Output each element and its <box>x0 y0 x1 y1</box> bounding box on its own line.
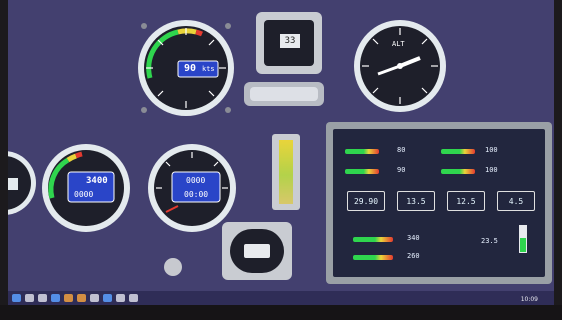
simulator-screen: 90 kts 33 ALT 3400 0000 0000 00:00 80 90… <box>8 0 554 305</box>
eis-box-4: 4.5 <box>497 191 535 211</box>
engine-info-panel: 80 90 100 100 29.90 13.5 12.5 4.5 340 26… <box>326 122 552 284</box>
eis-box-3: 12.5 <box>447 191 485 211</box>
fuel-readout-top: 3400 <box>86 176 108 186</box>
attitude-readout-bottom: 00:00 <box>184 190 209 199</box>
app-icon[interactable] <box>25 294 34 302</box>
small-instrument[interactable] <box>222 222 292 280</box>
taskbar-clock: 10:09 <box>520 296 538 303</box>
attitude-gauge[interactable] <box>144 142 240 234</box>
airspeed-readout: 90 <box>184 63 197 74</box>
start-icon[interactable] <box>12 294 21 302</box>
vertical-bar-gauge <box>272 134 300 210</box>
eis-top-right-2: 100 <box>485 166 498 174</box>
app-icon[interactable] <box>38 294 47 302</box>
fuel-readout-bottom: 0000 <box>74 190 94 199</box>
app-icon[interactable] <box>51 294 60 302</box>
clock-readout: 33 <box>280 34 300 48</box>
eis-top-left-2: 90 <box>397 166 406 174</box>
eis-box-2: 13.5 <box>397 191 435 211</box>
eis-top-left-1: 80 <box>397 146 406 154</box>
monitor-bezel <box>0 305 562 320</box>
partial-gauge[interactable] <box>8 138 38 228</box>
folder-icon[interactable] <box>64 294 73 302</box>
altimeter-label: ALT <box>392 40 405 48</box>
altimeter-gauge[interactable] <box>350 18 450 114</box>
taskbar: 10:09 <box>8 291 554 305</box>
clock-gauge[interactable]: 33 <box>256 12 322 74</box>
attitude-readout-top: 0000 <box>186 176 206 185</box>
app-icon[interactable] <box>129 294 138 302</box>
eis-bottom-right: 23.5 <box>481 237 498 245</box>
airspeed-unit: kts <box>202 65 215 73</box>
eis-box-1: 29.90 <box>347 191 385 211</box>
folder-icon[interactable] <box>77 294 86 302</box>
fuel-gauge[interactable] <box>38 142 134 234</box>
knob-panel[interactable] <box>244 82 324 106</box>
eis-bottom-left-2: 260 <box>407 252 420 260</box>
eis-top-right-1: 100 <box>485 146 498 154</box>
knob[interactable] <box>164 258 182 276</box>
app-icon[interactable] <box>103 294 112 302</box>
eis-bottom-left-1: 340 <box>407 234 420 242</box>
app-icon[interactable] <box>90 294 99 302</box>
app-icon[interactable] <box>116 294 125 302</box>
eis-vertical-indicator <box>519 225 527 253</box>
